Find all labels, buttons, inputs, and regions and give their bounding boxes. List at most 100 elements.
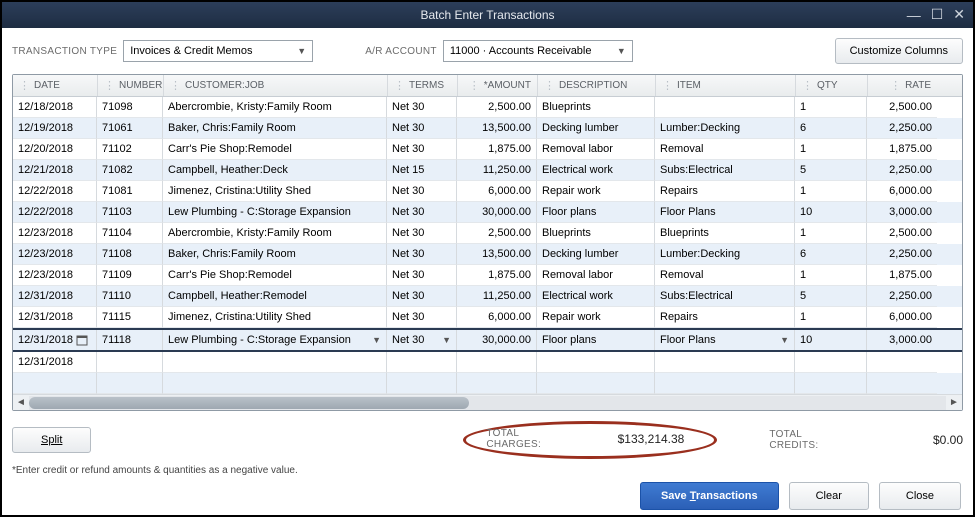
cell[interactable]: 2,250.00 xyxy=(867,244,937,265)
cell[interactable] xyxy=(795,373,867,394)
cell[interactable]: 12/31/2018 xyxy=(13,286,97,307)
cell[interactable]: Floor Plans▼ xyxy=(655,330,795,350)
cell[interactable]: Net 30 xyxy=(387,307,457,328)
cell[interactable]: Net 30 xyxy=(387,181,457,202)
cell[interactable]: 71102 xyxy=(97,139,163,160)
cell[interactable]: Baker, Chris:Family Room xyxy=(163,118,387,139)
cell[interactable]: Removal labor xyxy=(537,139,655,160)
table-row[interactable]: 12/31/201871110Campbell, Heather:Remodel… xyxy=(13,286,962,307)
cell[interactable]: 11,250.00 xyxy=(457,286,537,307)
cell[interactable] xyxy=(97,352,163,373)
cell[interactable]: 30,000.00 xyxy=(457,330,537,350)
cell[interactable]: 11,250.00 xyxy=(457,160,537,181)
cell[interactable]: 12/22/2018 xyxy=(13,181,97,202)
cell[interactable]: Repairs xyxy=(655,181,795,202)
cell[interactable]: 6,000.00 xyxy=(457,181,537,202)
cell[interactable]: Net 30 xyxy=(387,139,457,160)
cell[interactable]: Campbell, Heather:Remodel xyxy=(163,286,387,307)
cell[interactable]: 6,000.00 xyxy=(457,307,537,328)
cell[interactable]: 71110 xyxy=(97,286,163,307)
cell[interactable]: 71081 xyxy=(97,181,163,202)
chevron-down-icon[interactable]: ▼ xyxy=(776,335,789,345)
cell[interactable]: Subs:Electrical xyxy=(655,286,795,307)
maximize-icon[interactable]: ☐ xyxy=(931,6,944,23)
cell[interactable]: Carr's Pie Shop:Remodel xyxy=(163,265,387,286)
cell[interactable]: 12/23/2018 xyxy=(13,244,97,265)
col-number[interactable]: NUMBER xyxy=(97,75,163,96)
cell[interactable]: 3,000.00 xyxy=(867,202,937,223)
cell[interactable] xyxy=(387,352,457,373)
cell[interactable]: Removal labor xyxy=(537,265,655,286)
cell[interactable]: 1 xyxy=(795,307,867,328)
cell[interactable]: 13,500.00 xyxy=(457,244,537,265)
cell[interactable]: 2,500.00 xyxy=(867,97,937,118)
cell[interactable] xyxy=(795,352,867,373)
col-date[interactable]: DATE xyxy=(13,75,97,96)
cell[interactable]: 71061 xyxy=(97,118,163,139)
close-button[interactable]: Close xyxy=(879,482,961,510)
cell[interactable]: 12/31/2018 xyxy=(13,330,97,350)
table-row[interactable]: 12/20/201871102Carr's Pie Shop:RemodelNe… xyxy=(13,139,962,160)
col-terms[interactable]: TERMS xyxy=(387,75,457,96)
split-button[interactable]: Split xyxy=(12,427,91,453)
cell[interactable]: 6,000.00 xyxy=(867,181,937,202)
cell[interactable] xyxy=(163,373,387,394)
cell[interactable]: 2,250.00 xyxy=(867,118,937,139)
cell[interactable] xyxy=(457,373,537,394)
table-row[interactable]: 12/23/201871108Baker, Chris:Family RoomN… xyxy=(13,244,962,265)
cell[interactable] xyxy=(387,373,457,394)
cell[interactable]: 5 xyxy=(795,160,867,181)
cell[interactable]: Net 15 xyxy=(387,160,457,181)
cell[interactable] xyxy=(537,352,655,373)
col-qty[interactable]: QTY xyxy=(795,75,867,96)
cell[interactable]: Electrical work xyxy=(537,160,655,181)
cell[interactable]: 1 xyxy=(795,265,867,286)
cell[interactable]: Removal xyxy=(655,139,795,160)
cell[interactable]: 12/31/2018 xyxy=(13,352,97,373)
cell[interactable] xyxy=(97,373,163,394)
cell[interactable]: Blueprints xyxy=(655,223,795,244)
chevron-down-icon[interactable]: ▼ xyxy=(368,335,381,345)
cell[interactable]: Net 30 xyxy=(387,244,457,265)
cell[interactable]: 1,875.00 xyxy=(457,139,537,160)
cell[interactable]: Subs:Electrical xyxy=(655,160,795,181)
table-row[interactable]: 12/23/201871109Carr's Pie Shop:RemodelNe… xyxy=(13,265,962,286)
save-transactions-button[interactable]: Save Transactions xyxy=(640,482,779,510)
cell[interactable]: Campbell, Heather:Deck xyxy=(163,160,387,181)
cell[interactable]: 71103 xyxy=(97,202,163,223)
cell[interactable]: 13,500.00 xyxy=(457,118,537,139)
col-item[interactable]: ITEM xyxy=(655,75,795,96)
minimize-icon[interactable]: — xyxy=(907,7,921,23)
cell[interactable]: Repairs xyxy=(655,307,795,328)
cell[interactable]: Blueprints xyxy=(537,97,655,118)
cell[interactable]: 1 xyxy=(795,181,867,202)
cell[interactable]: Abercrombie, Kristy:Family Room xyxy=(163,223,387,244)
cell[interactable]: Floor plans xyxy=(537,202,655,223)
customize-columns-button[interactable]: Customize Columns xyxy=(835,38,963,64)
cell[interactable]: 12/23/2018 xyxy=(13,265,97,286)
cell[interactable]: 12/22/2018 xyxy=(13,202,97,223)
calendar-icon[interactable] xyxy=(76,334,88,346)
col-rate[interactable]: RATE xyxy=(867,75,937,96)
txn-type-dropdown[interactable]: Invoices & Credit Memos ▼ xyxy=(123,40,313,62)
cell[interactable] xyxy=(537,373,655,394)
cell[interactable]: 1,875.00 xyxy=(867,265,937,286)
cell[interactable]: Net 30 xyxy=(387,265,457,286)
cell[interactable]: 12/31/2018 xyxy=(13,307,97,328)
cell[interactable]: Jimenez, Cristina:Utility Shed xyxy=(163,181,387,202)
cell[interactable]: 71104 xyxy=(97,223,163,244)
cell[interactable] xyxy=(13,373,97,394)
col-amount[interactable]: *AMOUNT xyxy=(457,75,537,96)
cell[interactable]: Electrical work xyxy=(537,286,655,307)
table-row[interactable]: 12/18/201871098Abercrombie, Kristy:Famil… xyxy=(13,97,962,118)
cell[interactable]: 1,875.00 xyxy=(457,265,537,286)
cell[interactable]: 10 xyxy=(795,202,867,223)
cell[interactable] xyxy=(867,352,937,373)
scroll-left-icon[interactable]: ◄ xyxy=(13,396,29,410)
horizontal-scrollbar[interactable]: ◄ ► xyxy=(13,394,962,410)
cell[interactable]: 1 xyxy=(795,139,867,160)
table-row[interactable]: 12/22/201871081Jimenez, Cristina:Utility… xyxy=(13,181,962,202)
cell[interactable] xyxy=(655,373,795,394)
cell[interactable]: 2,500.00 xyxy=(457,97,537,118)
cell[interactable]: 12/20/2018 xyxy=(13,139,97,160)
